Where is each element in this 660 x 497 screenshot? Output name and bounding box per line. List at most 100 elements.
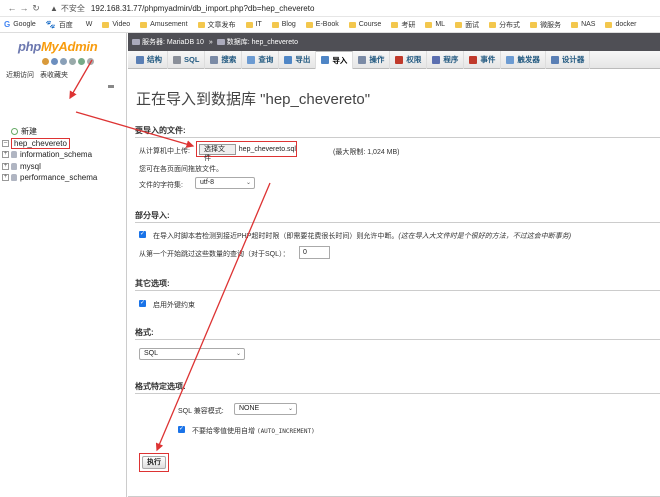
charset-select[interactable]: utf-8 ⌄ bbox=[195, 177, 255, 189]
tree-db-hep-chevereto[interactable]: – hep_chevereto bbox=[2, 137, 97, 150]
insecure-indicator[interactable]: ▲ 不安全 bbox=[50, 3, 85, 14]
allow-interrupt-checkbox[interactable]: ✓ bbox=[139, 231, 146, 238]
baidu-icon: 🐾 bbox=[45, 20, 56, 29]
url-field[interactable]: 192.168.31.77/phpmyadmin/db_import.php?d… bbox=[91, 4, 315, 13]
recent-tab[interactable]: 近期访问 bbox=[6, 70, 34, 80]
bookmark-item[interactable]: E-Book bbox=[305, 21, 339, 28]
warning-icon: ▲ bbox=[50, 3, 58, 13]
tab-0[interactable]: 结构 bbox=[131, 50, 168, 69]
reload-icon[interactable]: ↻ bbox=[30, 3, 42, 14]
tree-new[interactable]: 新建 bbox=[2, 126, 97, 138]
divider bbox=[135, 290, 660, 291]
other-section-title: 其它选项: bbox=[135, 279, 170, 288]
bookmark-item[interactable]: Amusement bbox=[140, 21, 188, 28]
folder-icon bbox=[530, 21, 538, 28]
bookmark-item[interactable]: G Google bbox=[4, 20, 36, 29]
navigation-icons bbox=[42, 58, 94, 65]
tab-2[interactable]: 搜索 bbox=[205, 50, 243, 69]
forward-icon[interactable]: → bbox=[18, 3, 30, 13]
bookmark-item[interactable]: 文章发布 bbox=[197, 20, 236, 30]
tab-11[interactable]: 设计器 bbox=[546, 50, 591, 69]
tab-icon bbox=[284, 55, 293, 64]
bookmark-item[interactable]: 考研 bbox=[391, 20, 415, 30]
expand-icon[interactable]: + bbox=[2, 174, 9, 182]
database-icon bbox=[11, 151, 17, 159]
tab-4[interactable]: 导出 bbox=[279, 50, 317, 69]
go-button[interactable]: 执行 bbox=[142, 456, 166, 469]
divider bbox=[135, 393, 660, 394]
divider bbox=[135, 339, 660, 340]
expand-icon[interactable]: – bbox=[2, 139, 9, 147]
tab-icon bbox=[136, 55, 144, 64]
skip-queries-label: 从第一个开始跳过这些数量的查询（对于SQL）： bbox=[139, 251, 290, 258]
tab-8[interactable]: 程序 bbox=[427, 50, 465, 69]
tab-6[interactable]: 操作 bbox=[353, 50, 391, 69]
bookmark-item[interactable]: NAS bbox=[571, 21, 595, 28]
compat-mode-select[interactable]: NONE ⌄ bbox=[234, 403, 297, 415]
bookmark-item[interactable]: Blog bbox=[271, 21, 296, 28]
navigation-panel: phpMyAdmin 近期访问 表收藏夹 新建 – hep_chevereto … bbox=[0, 33, 127, 497]
tree-db-information-schema[interactable]: + information_schema bbox=[2, 149, 97, 161]
help-icon[interactable] bbox=[60, 58, 67, 65]
tab-10[interactable]: 触发器 bbox=[501, 50, 546, 69]
charset-label: 文件的字符集: bbox=[139, 182, 183, 189]
format-select[interactable]: SQL ⌄ bbox=[139, 348, 245, 360]
bookmark-item[interactable]: Video bbox=[102, 21, 130, 28]
tree-db-mysql[interactable]: + mysql bbox=[2, 161, 97, 173]
folder-icon bbox=[245, 21, 253, 28]
bookmark-item[interactable]: ML bbox=[425, 21, 445, 28]
breadcrumb-database[interactable]: 数据库: hep_chevereto bbox=[216, 37, 298, 47]
folder-icon bbox=[425, 21, 433, 28]
folder-icon bbox=[102, 21, 110, 28]
tab-5[interactable]: 导入 bbox=[316, 50, 354, 69]
docs-icon[interactable] bbox=[69, 58, 76, 65]
bookmark-item[interactable]: 面试 bbox=[455, 20, 479, 30]
server-icon bbox=[132, 39, 140, 45]
bookmark-item[interactable]: docker bbox=[605, 21, 636, 28]
chevron-down-icon: ⌄ bbox=[287, 406, 293, 412]
compat-mode-label: SQL 兼容模式: bbox=[178, 408, 224, 415]
reload-nav-icon[interactable] bbox=[87, 58, 94, 65]
database-icon[interactable] bbox=[51, 58, 58, 65]
file-chooser: 选择文件 hep_chevereto.sql bbox=[196, 141, 297, 162]
expand-icon[interactable]: + bbox=[2, 151, 9, 159]
bookmark-item[interactable]: W bbox=[83, 21, 93, 28]
no-auto-increment-checkbox[interactable]: ✓ bbox=[178, 426, 185, 433]
skip-queries-input[interactable]: 0 bbox=[299, 246, 330, 259]
tab-3[interactable]: 查询 bbox=[242, 50, 280, 69]
favorites-tab[interactable]: 表收藏夹 bbox=[40, 70, 68, 80]
bookmark-item[interactable]: 🐾 百度 bbox=[46, 20, 73, 30]
tab-icon bbox=[210, 55, 219, 64]
no-auto-increment-label: 不要给零值使用自增 (AUTO_INCREMENT) bbox=[192, 428, 315, 435]
go-button-highlight: 执行 bbox=[139, 453, 169, 472]
bookmark-item[interactable]: 微服务 bbox=[530, 20, 561, 30]
back-icon[interactable]: ← bbox=[6, 3, 18, 13]
home-icon[interactable] bbox=[42, 58, 49, 65]
tab-icon bbox=[358, 55, 367, 64]
collapse-icon[interactable] bbox=[108, 85, 114, 88]
breadcrumb-server[interactable]: 服务器: MariaDB 10 bbox=[132, 37, 204, 47]
bookmark-item[interactable]: 分布式 bbox=[489, 20, 520, 30]
browser-address-bar: ← → ↻ ▲ 不安全 192.168.31.77/phpmyadmin/db_… bbox=[0, 0, 660, 17]
tree-db-performance-schema[interactable]: + performance_schema bbox=[2, 172, 97, 184]
foreign-key-checkbox[interactable]: ✓ bbox=[139, 300, 146, 307]
phpmyadmin-logo[interactable]: phpMyAdmin bbox=[18, 39, 98, 54]
tab-1[interactable]: SQL bbox=[168, 50, 206, 69]
database-icon bbox=[11, 174, 17, 182]
selected-file-name: hep_chevereto.sql bbox=[238, 145, 296, 153]
divider bbox=[135, 222, 660, 223]
tab-icon bbox=[506, 55, 515, 64]
allow-interrupt-label: 在导入时脚本若检测到接近PHP超时时限（即需要花费很长时间）则允许中断。(这在导… bbox=[153, 233, 572, 240]
settings-icon[interactable] bbox=[78, 58, 85, 65]
bookmark-item[interactable]: Course bbox=[348, 21, 381, 28]
expand-icon[interactable]: + bbox=[2, 162, 9, 170]
highlighted-db-name: hep_chevereto bbox=[11, 137, 70, 149]
tab-icon bbox=[432, 55, 441, 64]
tab-9[interactable]: 事件 bbox=[464, 50, 502, 69]
tab-7[interactable]: 权限 bbox=[390, 50, 428, 69]
chevron-down-icon: ⌄ bbox=[235, 351, 241, 357]
choose-file-button[interactable]: 选择文件 bbox=[199, 143, 236, 162]
tab-icon bbox=[469, 55, 478, 64]
bookmark-item[interactable]: IT bbox=[245, 21, 262, 28]
folder-icon bbox=[271, 21, 279, 28]
